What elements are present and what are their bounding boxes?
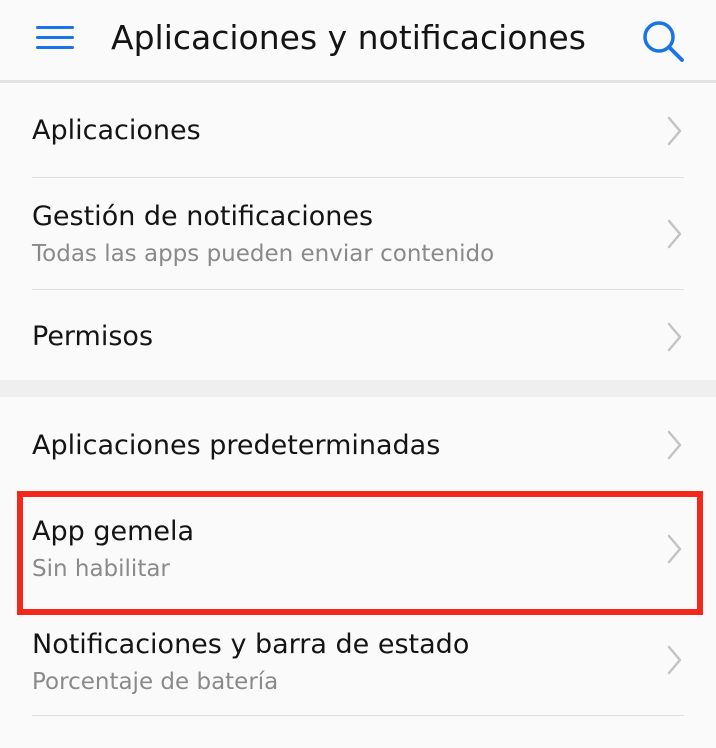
- list-item-gestion-notificaciones[interactable]: Gestión de notificaciones Todas las apps…: [0, 178, 716, 290]
- chevron-right-icon: [667, 534, 682, 564]
- list-item-title: Notificaciones y barra de estado: [32, 629, 470, 660]
- list-item-permisos[interactable]: Permisos: [0, 290, 716, 380]
- search-icon[interactable]: [640, 18, 686, 64]
- list-item-app-gemela[interactable]: App gemela Sin habilitar: [0, 497, 716, 609]
- list-item-aplicaciones-predeterminadas[interactable]: Aplicaciones predeterminadas: [0, 397, 716, 491]
- list-item-subtitle: Sin habilitar: [32, 556, 170, 582]
- app-bar: Aplicaciones y notificaciones: [0, 0, 716, 83]
- divider: [32, 715, 684, 716]
- list-item-notificaciones-barra-estado[interactable]: Notificaciones y barra de estado Porcent…: [0, 612, 716, 716]
- list-item-title: Gestión de notificaciones: [32, 201, 374, 232]
- chevron-right-icon: [667, 430, 682, 460]
- chevron-right-icon: [667, 219, 682, 249]
- list-item-title: Aplicaciones predeterminadas: [32, 430, 441, 461]
- hamburger-menu-icon[interactable]: [36, 24, 74, 52]
- page-title: Aplicaciones y notificaciones: [111, 18, 586, 57]
- chevron-right-icon: [667, 645, 682, 675]
- section-divider: [0, 380, 716, 397]
- list-item-title: Aplicaciones: [32, 115, 201, 146]
- list-item-aplicaciones[interactable]: Aplicaciones: [0, 84, 716, 178]
- list-item-title: Permisos: [32, 321, 154, 352]
- list-item-title: App gemela: [32, 516, 195, 547]
- list-item-subtitle: Porcentaje de batería: [32, 669, 279, 695]
- chevron-right-icon: [667, 116, 682, 146]
- list-item-subtitle: Todas las apps pueden enviar contenido: [32, 241, 495, 267]
- chevron-right-icon: [667, 322, 682, 352]
